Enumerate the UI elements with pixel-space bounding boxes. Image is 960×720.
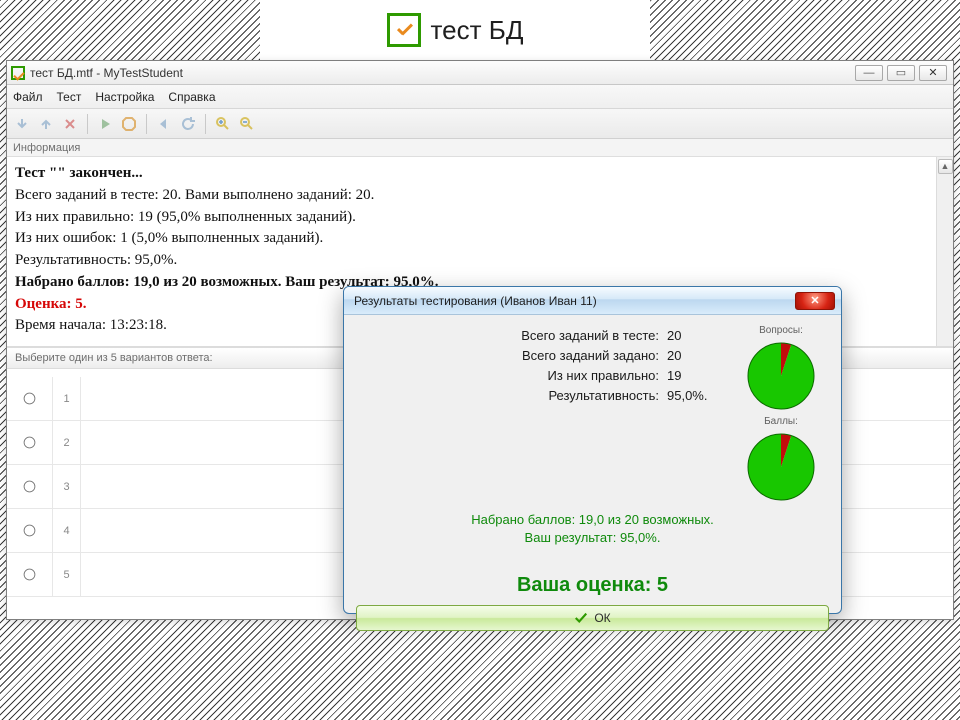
option-number: 3 xyxy=(53,465,81,508)
menu-settings[interactable]: Настройка xyxy=(95,90,154,104)
toolbar-separator xyxy=(146,114,147,134)
maximize-icon: ▭ xyxy=(896,66,906,79)
option-radio-4[interactable] xyxy=(24,525,36,537)
close-icon: ✕ xyxy=(928,66,937,79)
minimize-icon: — xyxy=(864,67,875,79)
stat-asked-label: Всего заданий задано: xyxy=(356,348,667,363)
result-summary: Набрано баллов: 19,0 из 20 возможных. Ва… xyxy=(356,511,829,546)
stop-icon[interactable] xyxy=(120,115,138,133)
stat-asked-value: 20 xyxy=(667,348,723,363)
ok-label: ОК xyxy=(594,611,610,625)
window-title: тест БД.mtf - MyTestStudent xyxy=(30,66,183,80)
menubar: Файл Тест Настройка Справка xyxy=(7,85,953,109)
cancel-x-icon[interactable] xyxy=(61,115,79,133)
toolbar xyxy=(7,109,953,139)
check-icon xyxy=(574,611,588,625)
ok-button[interactable]: ОК xyxy=(356,605,829,631)
info-correct: Из них правильно: 19 (95,0% выполненных … xyxy=(15,207,933,229)
info-effectiveness: Результативность: 95,0%. xyxy=(15,250,933,272)
toolbar-separator xyxy=(87,114,88,134)
results-dialog: Результаты тестирования (Иванов Иван 11)… xyxy=(343,286,842,614)
app-icon xyxy=(11,66,25,80)
zoom-out-icon[interactable] xyxy=(238,115,256,133)
scroll-up-icon[interactable]: ▲ xyxy=(938,159,953,174)
stats-text: Всего заданий в тесте:20 Всего заданий з… xyxy=(356,325,723,503)
brand-title: тест БД xyxy=(431,15,524,46)
pie-questions-icon xyxy=(745,340,817,412)
option-radio-2[interactable] xyxy=(24,437,36,449)
section-label-information: Информация xyxy=(7,139,953,157)
brand-bar: тест БД xyxy=(260,0,650,60)
pie-points-label: Баллы: xyxy=(764,416,798,427)
menu-file[interactable]: Файл xyxy=(13,90,43,104)
up-arrow-icon[interactable] xyxy=(37,115,55,133)
option-number: 2 xyxy=(53,421,81,464)
stat-total-label: Всего заданий в тесте: xyxy=(356,328,667,343)
close-button[interactable]: ✕ xyxy=(919,65,947,81)
option-number: 4 xyxy=(53,509,81,552)
pie-points-icon xyxy=(745,431,817,503)
info-total: Всего заданий в тесте: 20. Вами выполнен… xyxy=(15,185,933,207)
play-icon[interactable] xyxy=(96,115,114,133)
dialog-title: Результаты тестирования (Иванов Иван 11) xyxy=(354,294,597,308)
stat-correct-value: 19 xyxy=(667,368,723,383)
stat-correct-label: Из них правильно: xyxy=(356,368,667,383)
toolbar-separator xyxy=(205,114,206,134)
option-radio-1[interactable] xyxy=(24,393,36,405)
menu-help[interactable]: Справка xyxy=(168,90,215,104)
scrollbar[interactable]: ▲ xyxy=(936,157,953,346)
refresh-icon[interactable] xyxy=(179,115,197,133)
stat-total-value: 20 xyxy=(667,328,723,343)
option-radio-3[interactable] xyxy=(24,481,36,493)
close-icon: ✕ xyxy=(810,294,819,307)
window-buttons: — ▭ ✕ xyxy=(855,65,953,81)
pie-questions-label: Вопросы: xyxy=(759,325,803,336)
maximize-button[interactable]: ▭ xyxy=(887,65,915,81)
back-icon[interactable] xyxy=(155,115,173,133)
option-number: 5 xyxy=(53,553,81,596)
zoom-in-icon[interactable] xyxy=(214,115,232,133)
final-grade: Ваша оценка: 5 xyxy=(356,574,829,597)
info-wrong: Из них ошибок: 1 (5,0% выполненных задан… xyxy=(15,228,933,250)
option-radio-5[interactable] xyxy=(24,569,36,581)
dialog-close-button[interactable]: ✕ xyxy=(795,292,835,310)
info-finished: Тест "" закончен... xyxy=(15,165,143,181)
dialog-titlebar[interactable]: Результаты тестирования (Иванов Иван 11)… xyxy=(344,287,841,315)
down-arrow-icon[interactable] xyxy=(13,115,31,133)
titlebar[interactable]: тест БД.mtf - MyTestStudent — ▭ ✕ xyxy=(7,61,953,85)
menu-test[interactable]: Тест xyxy=(57,90,82,104)
stat-effect-label: Результативность: xyxy=(356,388,667,403)
stat-effect-value: 95,0%. xyxy=(667,388,723,403)
minimize-button[interactable]: — xyxy=(855,65,883,81)
option-number: 1 xyxy=(53,377,81,420)
brand-logo-icon xyxy=(387,13,421,47)
